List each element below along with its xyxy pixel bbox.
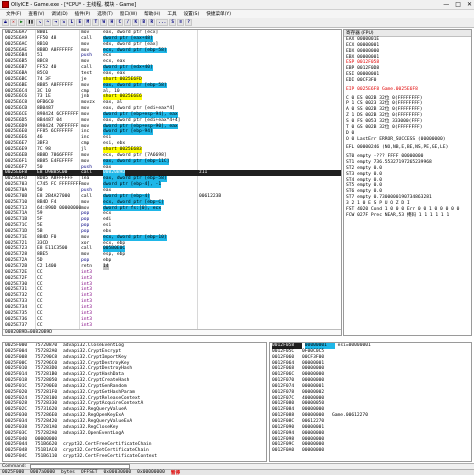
status-offset-end: 0x00000000 <box>137 470 165 475</box>
dump-comment: advapi32.RegOpenKeyExA <box>63 413 124 419</box>
dump-comment: advapi32.OpenEventLogA <box>63 430 124 436</box>
status-offset-value: 0x00030000 <box>103 470 132 475</box>
minimize-button[interactable]: — <box>443 1 449 8</box>
status-bar: 0025F000 0007a0000 bytes OFFSET 0x000300… <box>0 469 474 475</box>
toolbar-button[interactable]: H <box>108 19 116 26</box>
disasm-address: 0025E737 <box>5 322 28 328</box>
stack-pane[interactable]: 0012F058 00000001 esi=00000001 0012F05C 0… <box>269 342 472 462</box>
dump-comment: advapi32.CryptGenRandom <box>63 383 127 389</box>
dump-comment: advapi32.CryptGetHashParam <box>63 389 135 395</box>
dump-comment: crypt32.CertGetCertificateChain <box>63 448 149 454</box>
disasm-hex: CC <box>37 322 43 328</box>
register-line[interactable]: FCW 027F Prec NEAR,53 掩码 1 1 1 1 1 1 <box>344 213 471 219</box>
menu-item[interactable]: 文件(F) <box>6 11 21 17</box>
toolbar-button[interactable]: R <box>148 19 156 26</box>
toolbar-button[interactable]: W <box>100 19 108 26</box>
toolbar: ⏏ ✕ ▶ ❚❚ ↘ ↷ ⇥ ⇲ L E M T W H C / K B R... S ≡? <box>0 18 474 28</box>
toolbar-button[interactable]: ≡ <box>177 19 185 26</box>
menu-item[interactable]: 调试(D) <box>51 11 67 17</box>
menu-item[interactable]: 快捷菜单(Y) <box>206 11 231 17</box>
dump-comment: advapi32.CryptEncrypt <box>63 348 122 354</box>
toolbar-button[interactable]: E <box>76 19 84 26</box>
dump-comment: advapi32.CryptHashData <box>63 372 124 378</box>
paused-indicator: 暂停 <box>170 470 181 475</box>
dump-comment: crypt32.CertFreeCertificateChain <box>63 442 152 448</box>
stack-address: 0012F0A0 <box>272 448 295 454</box>
menu-item[interactable]: 插件(P) <box>75 11 91 17</box>
dump-comment: crypt32.CertFreeCertificateContext <box>63 454 158 460</box>
menu-bar: 文件(F) 查看(V) 调试(D) 插件(P) 选项(T) 窗口(W) 帮助(H) 工具 设置(… <box>0 10 474 18</box>
dump-comment: advapi32.CryptDestroyKey <box>63 360 130 366</box>
dump-comment: advapi32.CryptDestroyHash <box>63 366 133 372</box>
toolbar-button[interactable]: T <box>92 19 100 26</box>
menu-item[interactable]: 设置(S) <box>184 11 200 17</box>
menu-item[interactable]: 选项(T) <box>97 11 113 17</box>
dump-address: 0025F04C <box>5 454 28 460</box>
toolbar-button[interactable]: L <box>68 19 76 26</box>
dump-comment: advapi32.CryptImportKey <box>63 354 127 360</box>
toolbar-button[interactable]: ↘ <box>36 19 44 26</box>
dump-comment: advapi32.CryptReleaseContext <box>63 395 141 401</box>
window-controls: — □ ✕ <box>443 1 472 8</box>
disassembly-info-line: 00820B9D=00820B9D <box>3 329 341 335</box>
toolbar-button[interactable]: S <box>169 19 177 26</box>
toolbar-button[interactable]: ... <box>156 19 169 26</box>
dump-comment: advapi32.CloseEventLog <box>63 343 124 348</box>
stack-row[interactable]: 0012F0A0 00000000 <box>270 448 471 454</box>
maximize-button[interactable]: □ <box>455 1 461 8</box>
status-address: 0025F000 <box>2 470 25 475</box>
toolbar-button[interactable]: B <box>140 19 148 26</box>
register-line[interactable]: FST 4020 Cond 1 0 0 0 Err 0 0 1 0 0 0 0 … <box>344 207 471 213</box>
disasm-mnemonic: int3 <box>81 322 93 328</box>
dump-comment: advapi32.RegCloseKey <box>63 424 119 430</box>
dump-comment: advapi32.RegQueryValueExA <box>63 418 133 424</box>
toolbar-button[interactable]: K <box>132 19 140 26</box>
toolbar-button[interactable]: ? <box>185 19 193 26</box>
dump-value: 751B6110 <box>35 454 58 460</box>
toolbar-button[interactable]: ↷ <box>44 19 52 26</box>
toolbar-button[interactable]: C <box>116 19 124 26</box>
toolbar-button[interactable]: ⇲ <box>60 19 68 26</box>
registers-pane[interactable]: 寄存器 (FPU) EAX 0000001E ECX 00000001 EDX 00… <box>343 29 472 336</box>
registers-header[interactable]: 寄存器 (FPU) <box>344 30 471 37</box>
toolbar-button[interactable]: M <box>84 19 92 26</box>
dump-comment: advapi32.RegQueryValueA <box>63 407 127 413</box>
status-size: 0007a0000 <box>30 470 56 475</box>
status-offset-label: OFFSET <box>80 470 98 475</box>
menu-item[interactable]: 帮助(H) <box>144 11 160 17</box>
status-unit: bytes <box>61 470 75 475</box>
stack-value: 00000000 <box>302 448 325 454</box>
menu-item[interactable]: 查看(V) <box>28 11 44 17</box>
window-title: OllyICE - Game.exe - [*CPU* - 主线程, 模块 - … <box>11 2 137 8</box>
title-bar: OllyICE - Game.exe - [*CPU* - 主线程, 模块 - … <box>0 0 474 10</box>
dump-comment: advapi32.CryptCreateHash <box>63 378 130 384</box>
dump-comment: advapi32.CryptAcquireContextA <box>63 401 144 407</box>
toolbar-button[interactable]: / <box>124 19 132 26</box>
menu-item[interactable]: 窗口(W) <box>120 11 137 17</box>
disasm-row[interactable]: 0025E737 CC int3 <box>3 323 341 329</box>
disassembly-pane[interactable]: 0025E6A7 8B01 mov eax, dword ptr [ecx] 0025E… <box>2 29 342 336</box>
menu-item[interactable]: 工具 <box>167 11 176 17</box>
toolbar-button[interactable]: ⇥ <box>52 19 60 26</box>
dump-row[interactable]: 0025F04C 751B6110 crypt32.CertFreeCertific… <box>3 454 266 460</box>
close-button[interactable]: ✕ <box>467 1 472 8</box>
toolbar-button[interactable]: ▶ <box>18 19 25 26</box>
toolbar-button[interactable]: ❚❚ <box>26 19 36 26</box>
app-icon <box>2 1 9 8</box>
toolbar-button[interactable]: ✕ <box>10 19 17 26</box>
memory-dump-pane[interactable]: 0025F000 75720870 advapi32.CloseEventLog 00… <box>2 342 267 462</box>
stack-comment: Game.00612270 <box>332 413 368 419</box>
toolbar-button[interactable]: ⏏ <box>2 19 9 26</box>
